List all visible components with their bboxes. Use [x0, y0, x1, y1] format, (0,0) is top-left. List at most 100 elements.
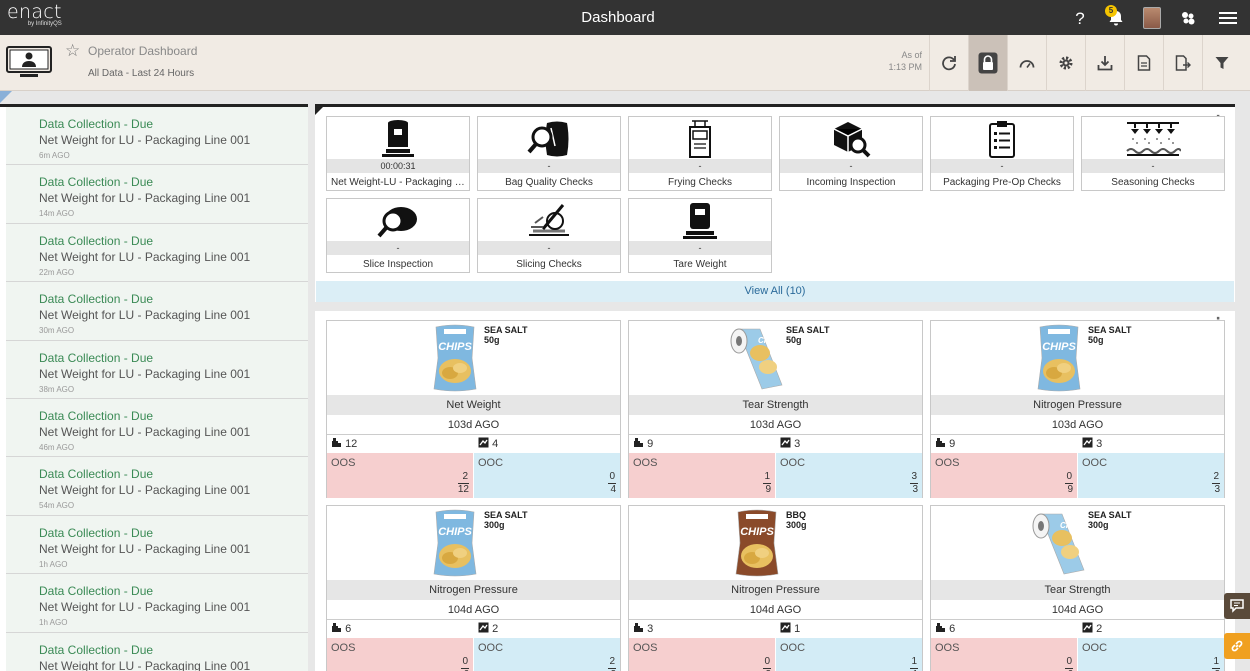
oos-cell[interactable]: OOS 0 9 — [931, 453, 1078, 498]
refresh-button[interactable] — [929, 35, 968, 91]
ooc-numerator: 2 — [1212, 471, 1220, 484]
collection-tile[interactable]: - Slice Inspection — [326, 198, 470, 273]
data-collection-panel: ⋮ View All (10) 00:00:31Net Weight-LU - … — [315, 104, 1235, 302]
roll-brand-text: CHIPS — [1060, 521, 1085, 530]
notifications-button[interactable]: 5 — [1098, 0, 1134, 35]
chart-check-icon — [1082, 622, 1093, 635]
chart-check-icon — [780, 622, 791, 635]
oos-fraction: 06 — [461, 656, 469, 671]
product-flavor: SEA SALT — [786, 325, 830, 335]
tile-name: Slice Inspection — [362, 259, 434, 270]
statistic-card[interactable]: CHIPS BBQ 300g Nitrogen Pressure 104d AGO 3 … — [628, 505, 923, 671]
ooc-fraction: 12 — [1212, 656, 1220, 671]
ooc-denominator: 3 — [912, 484, 918, 495]
statistic-card[interactable]: CHIPS SEA SALT 50g Net Weight 103d AGO 12 4O… — [326, 320, 621, 498]
ooc-numerator: 3 — [910, 471, 918, 484]
notification-item[interactable]: Data Collection - Due Net Weight for LU -… — [6, 398, 308, 458]
oos-fraction: 06 — [1065, 656, 1073, 671]
notification-subtitle: Net Weight for LU - Packaging Line 001 — [39, 424, 251, 439]
notification-time: 54m AGO — [39, 501, 75, 511]
ooc-cell[interactable]: OOC 12 — [1078, 638, 1224, 671]
top-icons: ? 5 — [1062, 0, 1250, 35]
tile-name: Seasoning Checks — [1111, 177, 1195, 188]
statistic-card[interactable]: CHIPS SEA SALT 50g Nitrogen Pressure 103d AG… — [930, 320, 1225, 498]
oos-numerator: 0 — [763, 656, 771, 669]
subgroup-count: 9 — [935, 435, 955, 453]
chip-bag-icon: CHIPS — [724, 323, 786, 398]
notification-item[interactable]: Data Collection - Due Net Weight for LU -… — [6, 107, 308, 166]
lock-button[interactable] — [968, 35, 1007, 91]
check-count: 2 — [478, 620, 498, 638]
oos-numerator: 0 — [461, 656, 469, 669]
statistic-card[interactable]: CHIPS SEA SALT 300g Tear Strength 104d AGO 6… — [930, 505, 1225, 671]
notification-item[interactable]: Data Collection - Due Net Weight for LU -… — [6, 515, 308, 575]
oos-cell[interactable]: OOS 2 12 — [327, 453, 474, 498]
card-title: Tear Strength — [629, 395, 922, 415]
settings-button[interactable] — [1046, 35, 1085, 91]
statistics-panel: ⋮ CHIPSSEA SALT50gNet Weight103d AGO 12 … — [315, 311, 1235, 671]
oos-cell[interactable]: OOS 06 — [931, 638, 1078, 671]
oos-cell[interactable]: OOS 03 — [629, 638, 776, 671]
notification-item[interactable]: Data Collection - Due Net Weight for LU -… — [6, 457, 308, 516]
tile-name: Incoming Inspection — [806, 177, 896, 188]
download-icon — [1097, 56, 1113, 71]
notification-item[interactable]: Data Collection - Due Net Weight for LU -… — [6, 165, 308, 224]
document-button[interactable] — [1124, 35, 1163, 91]
collection-tile[interactable]: - Tare Weight — [628, 198, 772, 273]
collection-tile[interactable]: - Bag Quality Checks — [477, 116, 621, 191]
ooc-cell[interactable]: OOC 11 — [776, 638, 922, 671]
notification-item[interactable]: Data Collection - Due Net Weight for LU -… — [6, 340, 308, 399]
chat-button[interactable] — [1224, 593, 1250, 619]
product-image: CHIPS SEA SALT 50g — [327, 321, 620, 395]
product-label: BBQ 300g — [786, 510, 807, 530]
left-panel-toggle-icon[interactable] — [0, 91, 12, 103]
notification-item[interactable]: Data Collection - Due Net Weight for LU -… — [6, 574, 308, 633]
check-count: 1 — [780, 620, 800, 638]
ooc-label: OOC — [780, 642, 806, 654]
tile-value: - — [478, 241, 620, 255]
ooc-cell[interactable]: OOC 3 3 — [776, 453, 922, 498]
statistic-card[interactable]: CHIPS SEA SALT 50g Tear Strength 103d AGO 9 … — [628, 320, 923, 498]
tile-name: Bag Quality Checks — [505, 177, 593, 188]
collection-tile[interactable]: - Slicing Checks — [477, 198, 621, 273]
export-button[interactable] — [1163, 35, 1202, 91]
favorite-star-icon[interactable]: ☆ — [65, 41, 80, 61]
oos-fraction: 09 — [1065, 471, 1073, 496]
ooc-cell[interactable]: OOC 22 — [474, 638, 620, 671]
ooc-cell[interactable]: OOC 0 4 — [474, 453, 620, 498]
refresh-icon — [942, 56, 956, 71]
oos-fraction: 03 — [763, 656, 771, 671]
notification-item[interactable]: Data Collection - Due Net Weight for LU -… — [6, 632, 308, 671]
view-all-link[interactable]: View All (10) — [316, 281, 1234, 302]
download-button[interactable] — [1085, 35, 1124, 91]
statistic-card[interactable]: CHIPS SEA SALT 300g Nitrogen Pressure 104d A… — [326, 505, 621, 671]
tile-value: - — [478, 159, 620, 173]
product-label: SEA SALT 50g — [484, 325, 528, 345]
collection-tile[interactable]: - Frying Checks — [628, 116, 772, 191]
notification-item[interactable]: Data Collection - Due Net Weight for LU -… — [6, 282, 308, 341]
help-button[interactable]: ? — [1062, 0, 1098, 35]
sprinkler-icon — [1082, 119, 1224, 159]
notification-subtitle: Net Weight for LU - Packaging Line 001 — [39, 308, 251, 323]
collection-tile[interactable]: - Packaging Pre-Op Checks — [930, 116, 1074, 191]
link-button[interactable] — [1224, 633, 1250, 659]
collection-tile[interactable]: - Seasoning Checks — [1081, 116, 1225, 191]
collection-tile[interactable]: 00:00:31 Net Weight-LU - Packaging Lin... — [326, 116, 470, 191]
filter-button[interactable] — [1202, 35, 1241, 91]
apps-button[interactable] — [1170, 0, 1206, 35]
card-title: Nitrogen Pressure — [931, 395, 1224, 415]
oos-cell[interactable]: OOS 06 — [327, 638, 474, 671]
notification-item[interactable]: Data Collection - Due Net Weight for LU -… — [6, 223, 308, 283]
card-age: 104d AGO — [629, 600, 922, 620]
slicer-icon — [478, 201, 620, 241]
notification-subtitle: Net Weight for LU - Packaging Line 001 — [39, 133, 251, 147]
collection-tile[interactable]: - Incoming Inspection — [779, 116, 923, 191]
gauge-button[interactable] — [1007, 35, 1046, 91]
menu-button[interactable] — [1206, 0, 1250, 35]
user-avatar-button[interactable] — [1134, 0, 1170, 35]
oos-cell[interactable]: OOS 1 9 — [629, 453, 776, 498]
chart-check-icon — [478, 437, 489, 450]
notification-title: Data Collection - Due — [39, 117, 154, 131]
ooc-cell[interactable]: OOC 2 3 — [1078, 453, 1224, 498]
card-title: Tear Strength — [931, 580, 1224, 600]
